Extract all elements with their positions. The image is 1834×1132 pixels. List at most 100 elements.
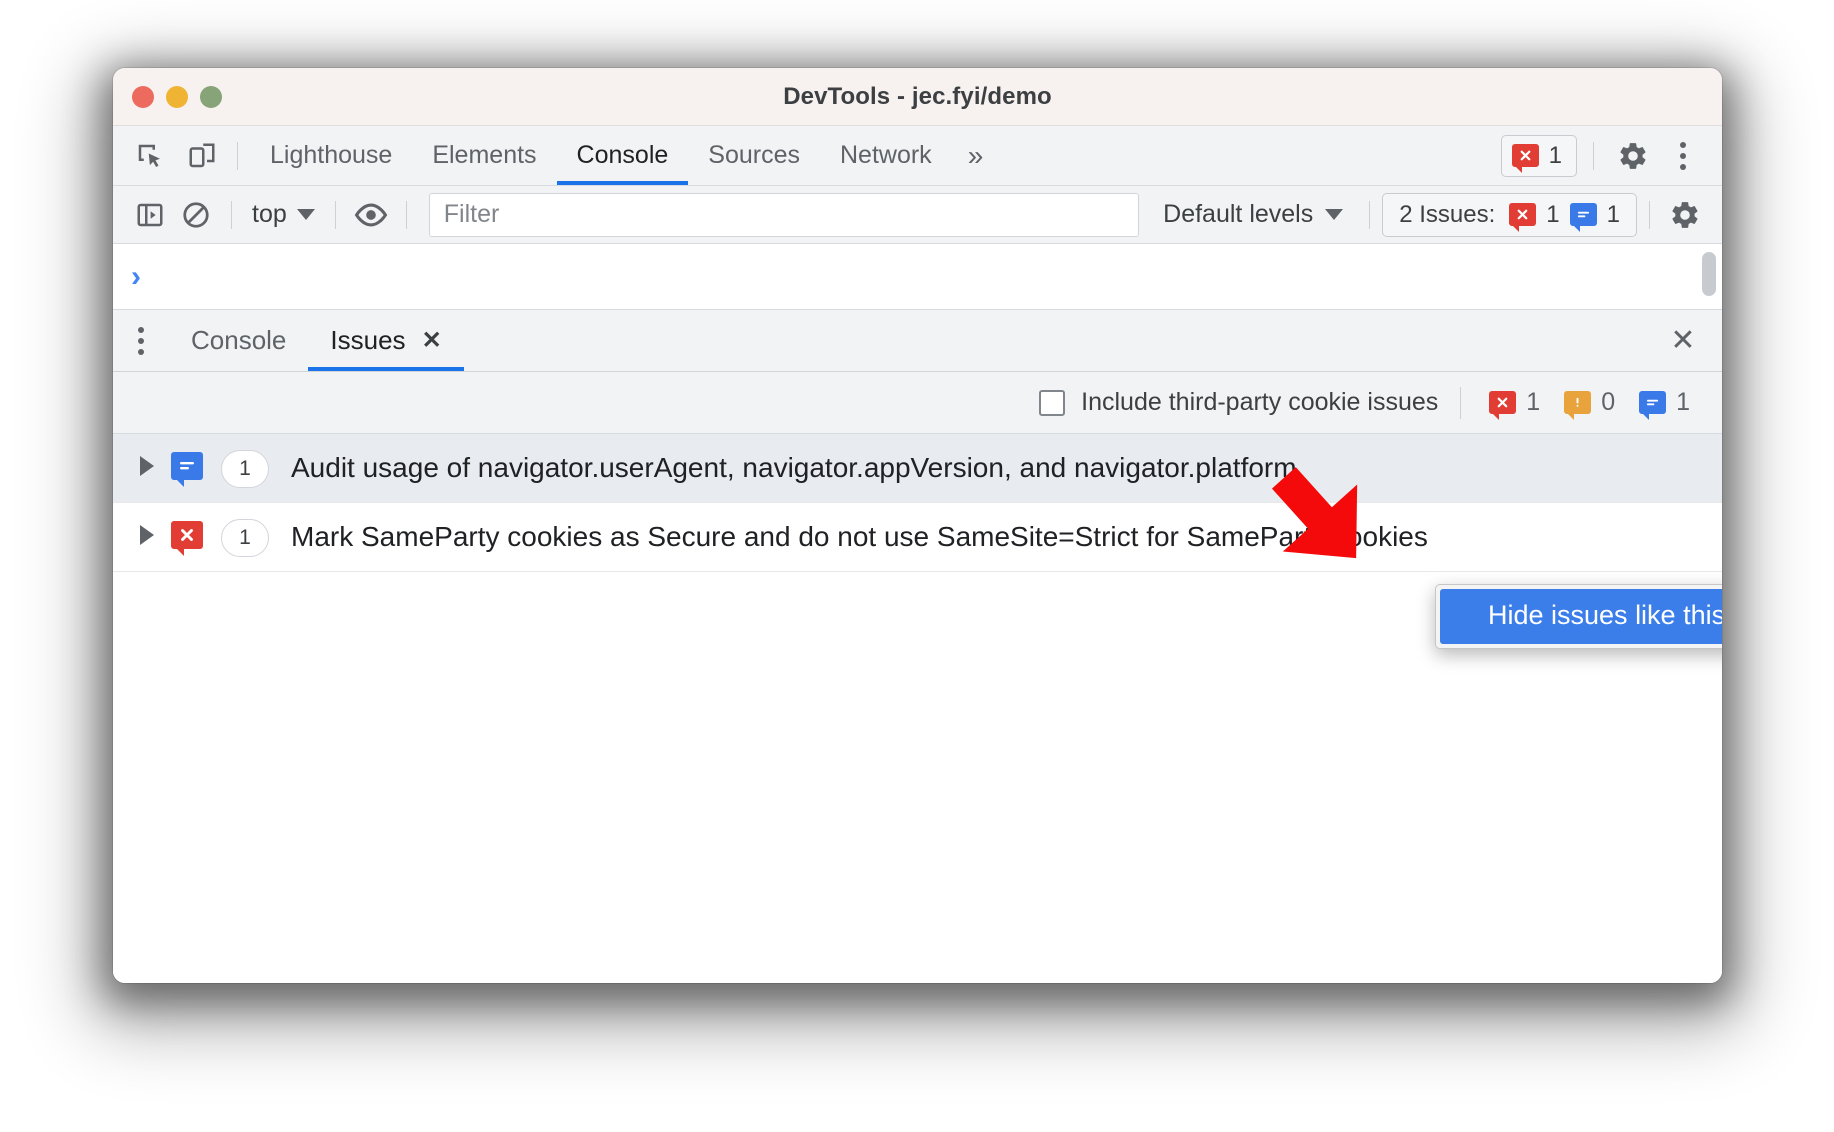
issues-info-count: 1 — [1606, 200, 1620, 228]
triangle-right-icon — [140, 456, 154, 476]
kebab-menu-icon[interactable] — [1660, 133, 1706, 179]
error-bubble-icon — [171, 521, 203, 556]
toolbar-divider — [231, 200, 232, 229]
menu-dot — [138, 348, 144, 355]
tab-label: Elements — [432, 141, 537, 169]
main-tab-bar: Lighthouse Elements Console Sources Netw… — [113, 126, 1722, 186]
tab-elements[interactable]: Elements — [412, 126, 556, 185]
console-output-area[interactable]: › — [113, 244, 1722, 310]
error-bubble-icon — [1511, 144, 1539, 173]
issue-count-pill: 1 — [221, 519, 269, 557]
error-bubble-icon — [1509, 203, 1537, 232]
drawer-tab-bar: Console Issues ✕ ✕ — [113, 310, 1722, 372]
drawer-tab-label: Issues — [330, 325, 406, 355]
issue-title: Audit usage of navigator.userAgent, navi… — [291, 452, 1297, 483]
menu-dot — [138, 337, 144, 344]
issue-row[interactable]: 1 Mark SameParty cookies as Secure and d… — [113, 503, 1722, 572]
expand-issue-triangle-icon[interactable] — [131, 517, 163, 545]
issues-summary-button[interactable]: 2 Issues: 1 1 — [1382, 192, 1637, 237]
issue-row[interactable]: 1 Audit usage of navigator.userAgent, na… — [113, 434, 1722, 503]
devtools-window: DevTools - jec.fyi/demo Lighthouse Eleme… — [113, 68, 1722, 983]
issue-count-pill: 1 — [221, 450, 269, 488]
third-party-cookie-checkbox[interactable] — [1039, 389, 1066, 416]
maximize-window-button[interactable] — [200, 85, 222, 108]
close-tab-icon[interactable]: ✕ — [422, 326, 442, 355]
error-count-value: 1 — [1526, 388, 1541, 416]
inspect-element-icon[interactable] — [127, 133, 173, 179]
live-expression-eye-icon[interactable] — [348, 193, 394, 237]
minimize-window-button[interactable] — [166, 85, 188, 108]
log-levels-selector[interactable]: Default levels — [1149, 200, 1357, 229]
drawer-tab-console[interactable]: Console — [169, 310, 308, 371]
tab-network[interactable]: Network — [820, 126, 952, 185]
close-window-button[interactable] — [132, 85, 154, 108]
drawer-tab-label: Console — [191, 325, 287, 355]
hide-issues-like-this-menu-item[interactable]: Hide issues like this — [1440, 589, 1722, 644]
issues-bar-divider — [1460, 386, 1462, 419]
toolbar-divider — [1593, 141, 1594, 170]
panel-tabs: Lighthouse Elements Console Sources Netw… — [250, 126, 996, 185]
tab-label: Console — [576, 141, 669, 169]
triangle-right-icon — [140, 525, 154, 545]
log-levels-label: Default levels — [1163, 200, 1314, 228]
console-scrollbar-thumb[interactable] — [1702, 252, 1716, 296]
window-traffic-lights — [132, 85, 222, 108]
chevron-down-icon — [1325, 209, 1344, 220]
tab-console[interactable]: Console — [556, 126, 689, 185]
more-tabs-label: » — [967, 139, 983, 171]
console-prompt-chevron-icon: › — [131, 259, 141, 293]
menu-dot — [138, 326, 144, 333]
issue-kind-icon — [171, 521, 203, 556]
console-sidebar-icon[interactable] — [127, 193, 173, 237]
error-count-badge[interactable]: 1 — [1500, 134, 1577, 177]
tab-sources[interactable]: Sources — [688, 126, 820, 185]
execution-context-label: top — [252, 200, 287, 228]
expand-issue-triangle-icon[interactable] — [131, 448, 163, 476]
info-bubble-icon — [171, 452, 203, 487]
error-bubble-icon — [1489, 391, 1517, 420]
execution-context-selector[interactable]: top — [244, 200, 323, 229]
tab-label: Sources — [708, 141, 800, 169]
warning-count-value: 0 — [1601, 388, 1616, 416]
issue-kind-icon — [171, 452, 203, 487]
issues-list: 1 Audit usage of navigator.userAgent, na… — [113, 434, 1722, 983]
console-toolbar: top Filter Default levels 2 Issues: 1 1 — [113, 186, 1722, 244]
menu-dot — [1680, 163, 1686, 170]
window-title: DevTools - jec.fyi/demo — [783, 82, 1052, 110]
toolbar-divider — [1649, 200, 1650, 229]
drawer-tab-issues[interactable]: Issues ✕ — [308, 310, 464, 371]
issue-title: Mark SameParty cookies as Secure and do … — [291, 521, 1428, 552]
third-party-cookie-checkbox-row[interactable]: Include third-party cookie issues — [1039, 388, 1438, 417]
filter-input[interactable]: Filter — [428, 192, 1140, 237]
close-drawer-icon[interactable]: ✕ — [1644, 310, 1722, 371]
clear-console-icon[interactable] — [173, 193, 219, 237]
more-tabs-chevron-icon[interactable]: » — [952, 126, 997, 185]
menu-dot — [1680, 152, 1686, 159]
issues-filter-bar: Include third-party cookie issues 1 0 1 — [113, 372, 1722, 434]
warning-bubble-icon — [1564, 391, 1592, 420]
toolbar-divider — [405, 200, 407, 229]
filter-placeholder: Filter — [443, 200, 500, 228]
error-count-value: 1 — [1548, 141, 1562, 169]
screenshot-root: DevTools - jec.fyi/demo Lighthouse Eleme… — [0, 0, 1834, 1132]
inspect-tools-group — [113, 126, 225, 185]
device-toolbar-icon[interactable] — [179, 133, 225, 179]
title-bar: DevTools - jec.fyi/demo — [113, 68, 1722, 126]
toolbar-divider — [237, 141, 238, 170]
tab-lighthouse[interactable]: Lighthouse — [250, 126, 412, 185]
gear-icon[interactable] — [1662, 193, 1708, 237]
gear-icon[interactable] — [1610, 133, 1656, 179]
drawer-kebab-menu-icon[interactable] — [113, 310, 169, 371]
info-bubble-icon — [1639, 391, 1667, 420]
chevron-down-icon — [296, 209, 315, 220]
issues-count-group: 1 0 1 — [1489, 388, 1704, 420]
third-party-cookie-label: Include third-party cookie issues — [1081, 388, 1439, 416]
issues-error-count: 1 — [1546, 200, 1560, 228]
tab-bar-right-actions: 1 — [1500, 126, 1722, 185]
info-count-value: 1 — [1676, 388, 1690, 416]
context-menu: Hide issues like this — [1435, 584, 1722, 649]
tab-label: Lighthouse — [270, 141, 393, 169]
issues-summary-label: 2 Issues: — [1399, 200, 1496, 228]
toolbar-divider — [334, 200, 336, 229]
info-bubble-icon — [1569, 203, 1597, 232]
